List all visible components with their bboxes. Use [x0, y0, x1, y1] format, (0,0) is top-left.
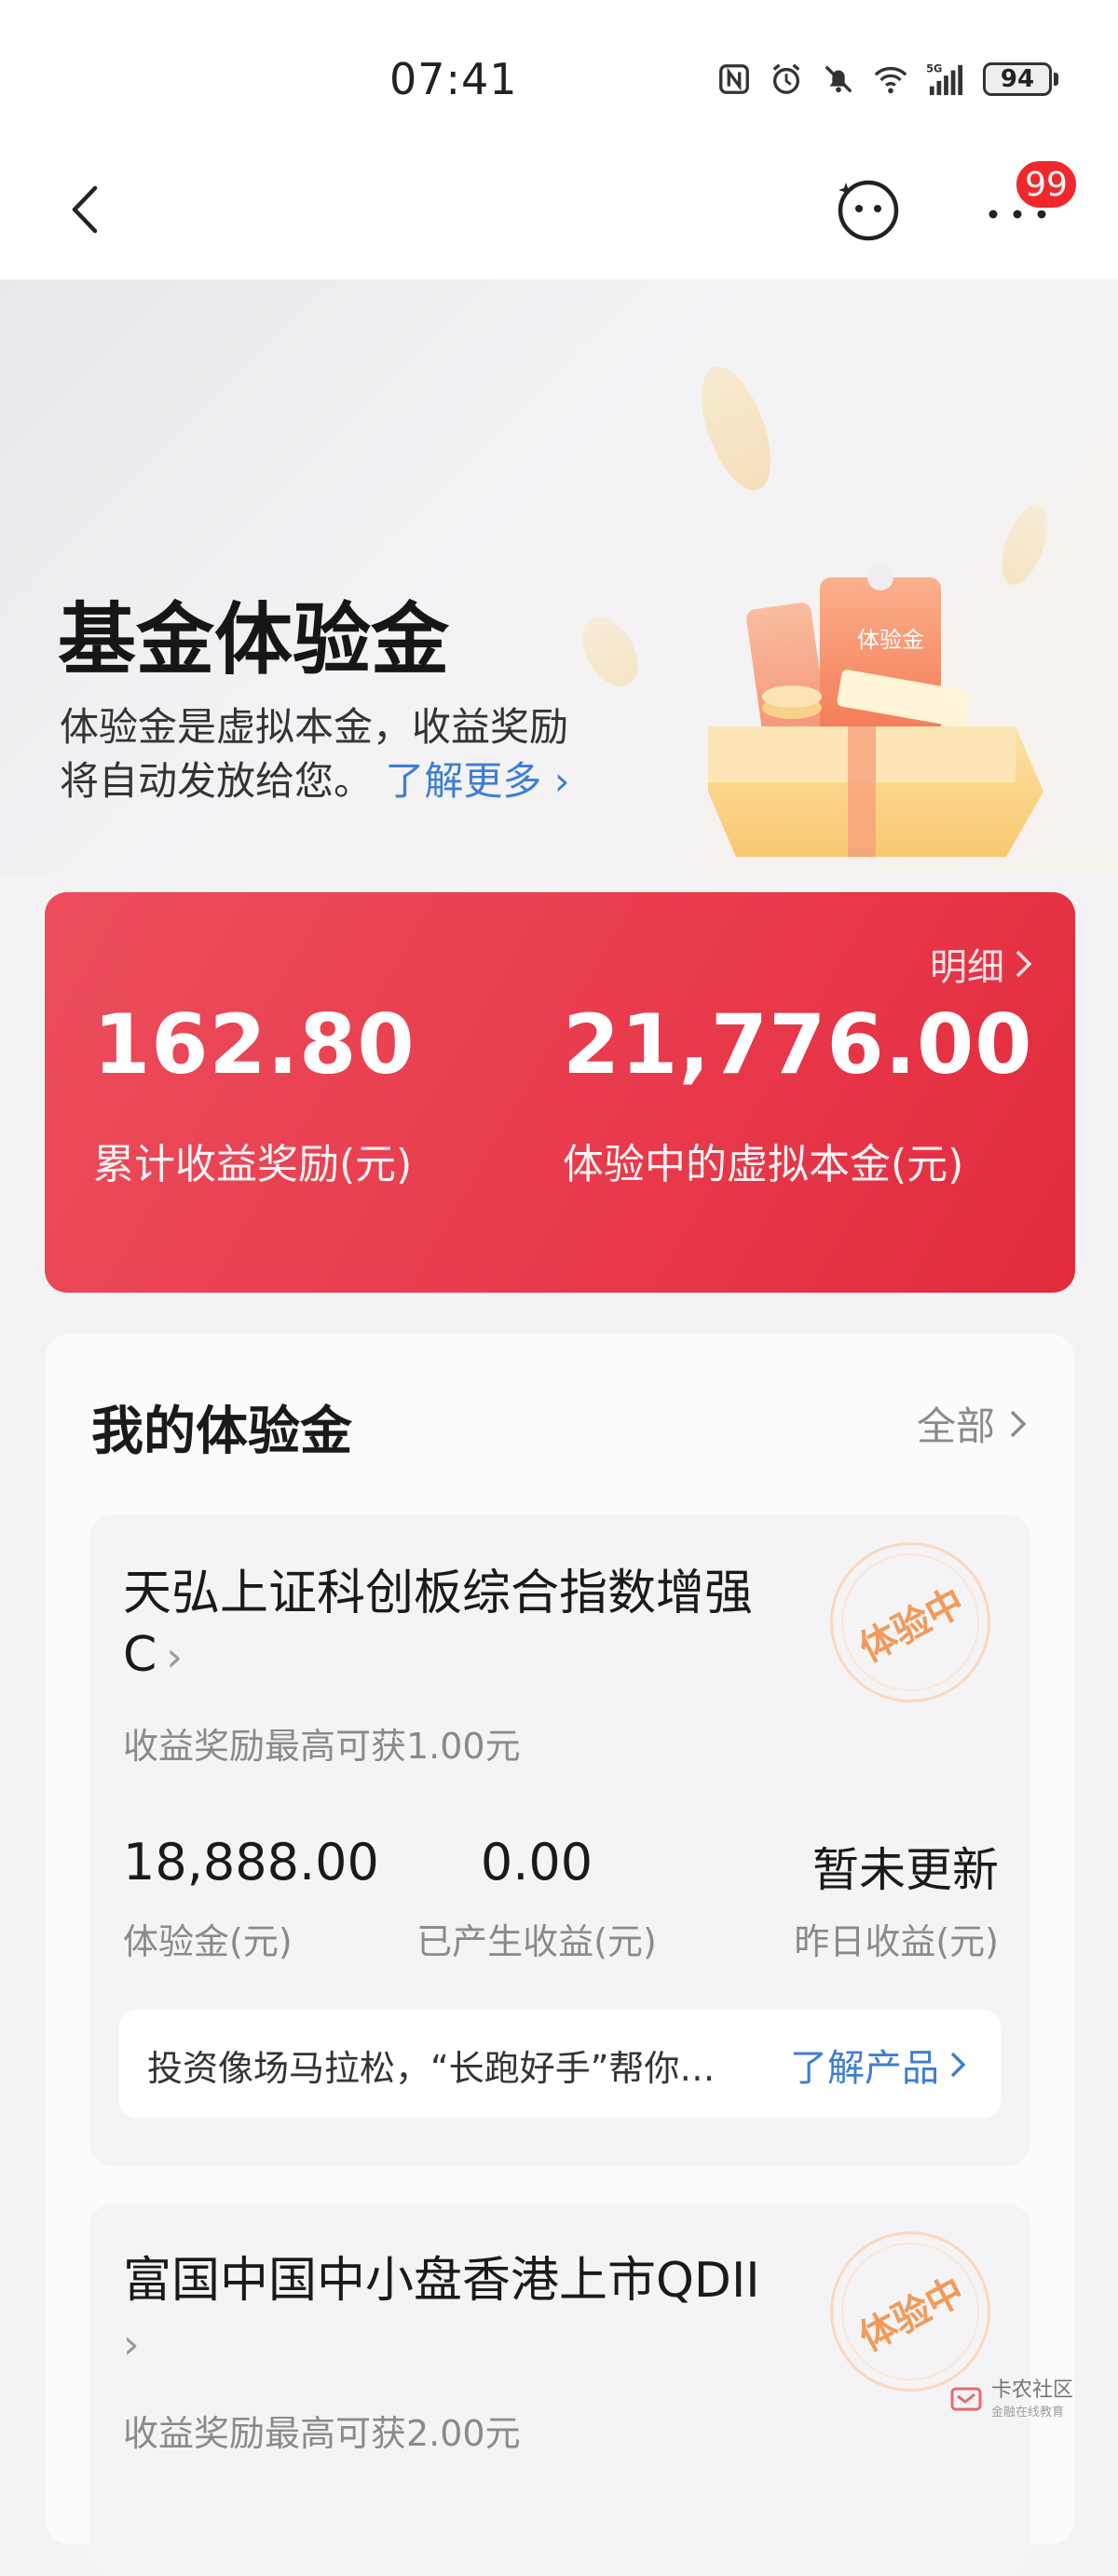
- illustration-label: 体验金: [857, 627, 924, 653]
- earned-label: 已产生收益(元): [416, 1921, 657, 1962]
- nav-bar: [0, 140, 1118, 279]
- yesterday-value: 暂未更新: [812, 1843, 999, 1897]
- watermark-logo-icon: [950, 2387, 982, 2410]
- community-watermark: 卡农社区 金融在线教育: [950, 2379, 1073, 2420]
- alarm-icon: [772, 63, 800, 94]
- promo-text: 投资像场马拉松，“长跑好手”帮你…: [147, 2048, 716, 2089]
- reward-summary-card: 明细 162.80 累计收益奖励(元) 21,776.00 体验中的虚拟本金(元…: [45, 892, 1075, 1293]
- view-all-label: 全部: [916, 1403, 995, 1449]
- fund-name-line2: C ›: [123, 1624, 794, 1688]
- back-button[interactable]: [56, 177, 121, 242]
- fund-card[interactable]: 天弘上证科创板综合指数增强 C › 收益奖励最高可获1.00元 体验中 18,88…: [89, 1514, 1030, 2166]
- battery-icon: 94: [983, 62, 1058, 96]
- coin-decoration: [571, 607, 649, 697]
- fund-name[interactable]: 富国中国中小盘香港上市QDII ›: [123, 2250, 794, 2376]
- learn-product-label: 了解产品: [790, 2047, 939, 2090]
- hero-desc-line2: 将自动发放给您。 了解更多 ›: [60, 754, 656, 808]
- fund-card[interactable]: 富国中国中小盘香港上市QDII › 收益奖励最高可获2.00元 体验中: [89, 2203, 1030, 2576]
- detail-link[interactable]: 明细: [930, 937, 1034, 991]
- total-reward-value: 162.80: [93, 997, 416, 1092]
- chevron-right-icon: ›: [166, 1634, 183, 1681]
- experience-amount-label: 体验金(元): [123, 1921, 293, 1962]
- fund-name-suffix: C: [123, 1627, 157, 1683]
- mute-icon: [825, 65, 852, 93]
- total-reward-label: 累计收益奖励(元): [93, 1141, 413, 1188]
- learn-product-link[interactable]: 了解产品: [790, 2038, 967, 2092]
- reward-note: 收益奖励最高可获2.00元: [123, 2413, 521, 2454]
- product-promo-banner[interactable]: 投资像场马拉松，“长跑好手”帮你… 了解产品: [119, 2010, 1001, 2118]
- gift-box-illustration: 体验金: [708, 564, 1043, 857]
- chevron-right-icon: ›: [123, 2321, 140, 2368]
- chevron-right-icon: [1010, 1410, 1027, 1437]
- fund-name-line1: 富国中国中小盘香港上市QDII: [123, 2253, 760, 2309]
- learn-more-link[interactable]: 了解更多 ›: [373, 758, 570, 804]
- reward-note: 收益奖励最高可获1.00元: [123, 1726, 521, 1767]
- status-bar: 07:41 5G 94: [0, 0, 1118, 140]
- svg-text:5G: 5G: [926, 61, 942, 75]
- bot-face-icon: [838, 180, 899, 241]
- chevron-right-icon: ›: [553, 758, 570, 804]
- my-experience-funds-section: 我的体验金 全部 天弘上证科创板综合指数增强 C › 收益奖励最高可获1.00元 …: [45, 1334, 1075, 2576]
- fund-name-line1: 天弘上证科创板综合指数增强: [123, 1566, 754, 1621]
- chevron-right-icon: [1016, 950, 1032, 978]
- hero-description: 体验金是虚拟本金，收益奖励 将自动发放给您。 了解更多 ›: [60, 700, 656, 808]
- view-all-link[interactable]: 全部: [917, 1395, 1029, 1452]
- status-stamp: 体验中: [830, 2231, 990, 2392]
- chevron-right-icon: [950, 2052, 966, 2078]
- status-icons: 5G 94: [716, 58, 1058, 101]
- fund-name[interactable]: 天弘上证科创板综合指数增强 C ›: [123, 1563, 794, 1688]
- detail-label: 明细: [930, 946, 1004, 989]
- watermark-subtext: 金融在线教育: [991, 2406, 1065, 2420]
- assistant-button[interactable]: [833, 173, 904, 248]
- earned-value: 0.00: [480, 1833, 593, 1891]
- yesterday-label: 昨日收益(元): [794, 1921, 999, 1962]
- virtual-principal-label: 体验中的虚拟本金(元): [563, 1141, 964, 1188]
- page-title: 基金体验金: [58, 594, 450, 685]
- hero-desc-line1: 体验金是虚拟本金，收益奖励: [60, 704, 569, 750]
- coin-decoration: [687, 357, 785, 500]
- fund-name-line2: ›: [123, 2312, 794, 2376]
- experience-amount-value: 18,888.00: [123, 1833, 379, 1891]
- learn-more-label: 了解更多: [385, 758, 542, 804]
- status-time: 07:41: [389, 54, 518, 104]
- signal-5g-icon: 5G: [926, 61, 963, 96]
- notification-badge: 99: [1014, 158, 1079, 210]
- hero-desc-line2-text: 将自动发放给您。: [60, 758, 374, 804]
- status-stamp: 体验中: [830, 1542, 990, 1702]
- status-stamp-text: 体验中: [852, 2270, 972, 2361]
- wifi-icon: [874, 66, 907, 94]
- section-title: 我的体验金: [91, 1402, 352, 1462]
- battery-level: 94: [983, 62, 1052, 96]
- nfc-icon: [719, 64, 749, 94]
- status-stamp-text: 体验中: [852, 1580, 972, 1672]
- watermark-text: 卡农社区: [991, 2379, 1074, 2402]
- virtual-principal-value: 21,776.00: [563, 997, 1033, 1092]
